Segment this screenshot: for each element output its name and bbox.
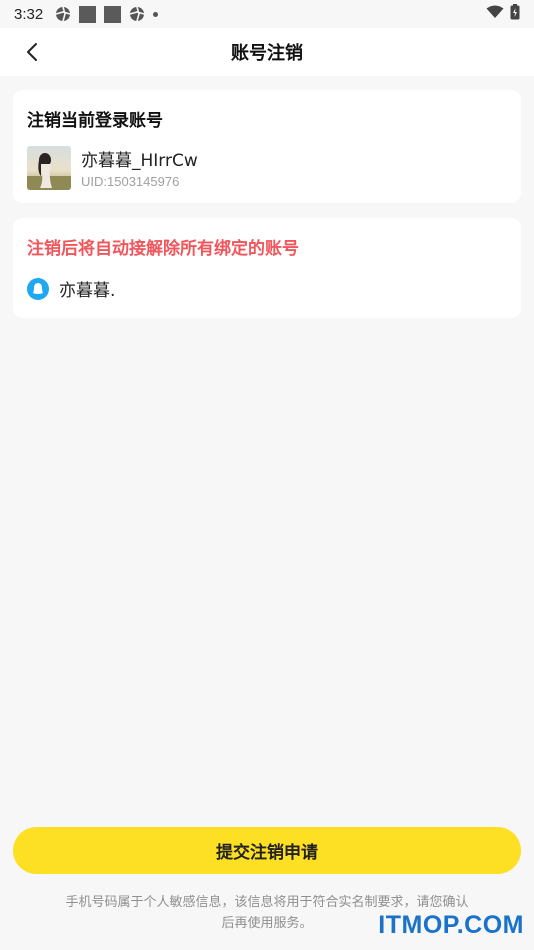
unbind-card: 注销后将自动接解除所有绑定的账号 亦暮暮.	[13, 218, 521, 318]
aperture-icon	[55, 6, 71, 22]
status-left: 3:32	[14, 5, 159, 23]
current-account-title: 注销当前登录账号	[27, 111, 163, 131]
aperture-icon	[129, 6, 145, 22]
square-icon	[79, 5, 97, 23]
account-nickname: 亦暮暮_HIrrCw	[81, 151, 198, 171]
bound-account-row: 亦暮暮.	[27, 276, 115, 301]
square-icon	[104, 5, 122, 23]
avatar	[27, 146, 71, 190]
account-uid: UID:1503145976	[81, 174, 180, 189]
current-account-card: 注销当前登录账号 亦暮暮_HIrrCw UID:1503145976	[13, 90, 521, 203]
wifi-icon	[486, 5, 504, 23]
unbind-warning: 注销后将自动接解除所有绑定的账号	[27, 239, 299, 259]
chevron-left-icon	[27, 43, 37, 61]
battery-charging-icon	[510, 4, 520, 24]
status-time: 3:32	[14, 5, 44, 23]
dot-icon	[153, 11, 159, 17]
qq-icon	[27, 277, 49, 300]
watermark-logo: ITMOP.COM	[378, 911, 524, 939]
bound-account-name: 亦暮暮.	[59, 281, 116, 301]
status-right	[486, 4, 520, 24]
status-bar: 3:32	[0, 0, 534, 28]
submit-cancellation-button[interactable]: 提交注销申请	[13, 827, 521, 874]
page-title: 账号注销	[231, 43, 303, 64]
back-button[interactable]	[18, 38, 46, 66]
header-bar: 账号注销	[0, 28, 534, 76]
